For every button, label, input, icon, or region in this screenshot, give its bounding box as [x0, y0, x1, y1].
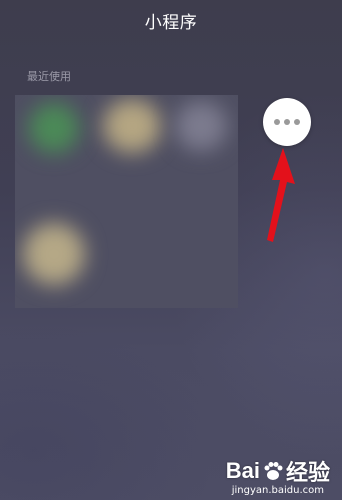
- recent-app-3[interactable]: [175, 101, 227, 151]
- watermark-brand-b: 经验: [285, 460, 330, 485]
- watermark-domain: jingyan.baidu.com: [231, 485, 324, 496]
- more-dot: [294, 119, 300, 125]
- recent-section-label: 最近使用: [27, 70, 71, 83]
- recent-app-1[interactable]: [29, 103, 79, 153]
- recent-apps-panel: [15, 95, 238, 308]
- page-title: 小程序: [144, 13, 198, 33]
- recent-app-2[interactable]: [103, 99, 161, 153]
- watermark-logo: Bai 经验: [226, 455, 330, 487]
- baidu-jingyan-watermark: Bai 经验 jingyan.baidu.com: [226, 455, 330, 496]
- watermark-brand-a: Bai: [225, 458, 260, 483]
- annotation-arrow-icon: [267, 148, 295, 242]
- recent-app-4[interactable]: [23, 223, 85, 285]
- more-button[interactable]: [263, 98, 311, 146]
- more-dots-icon: [274, 119, 280, 125]
- paw-icon: [264, 462, 283, 480]
- more-dot: [284, 119, 290, 125]
